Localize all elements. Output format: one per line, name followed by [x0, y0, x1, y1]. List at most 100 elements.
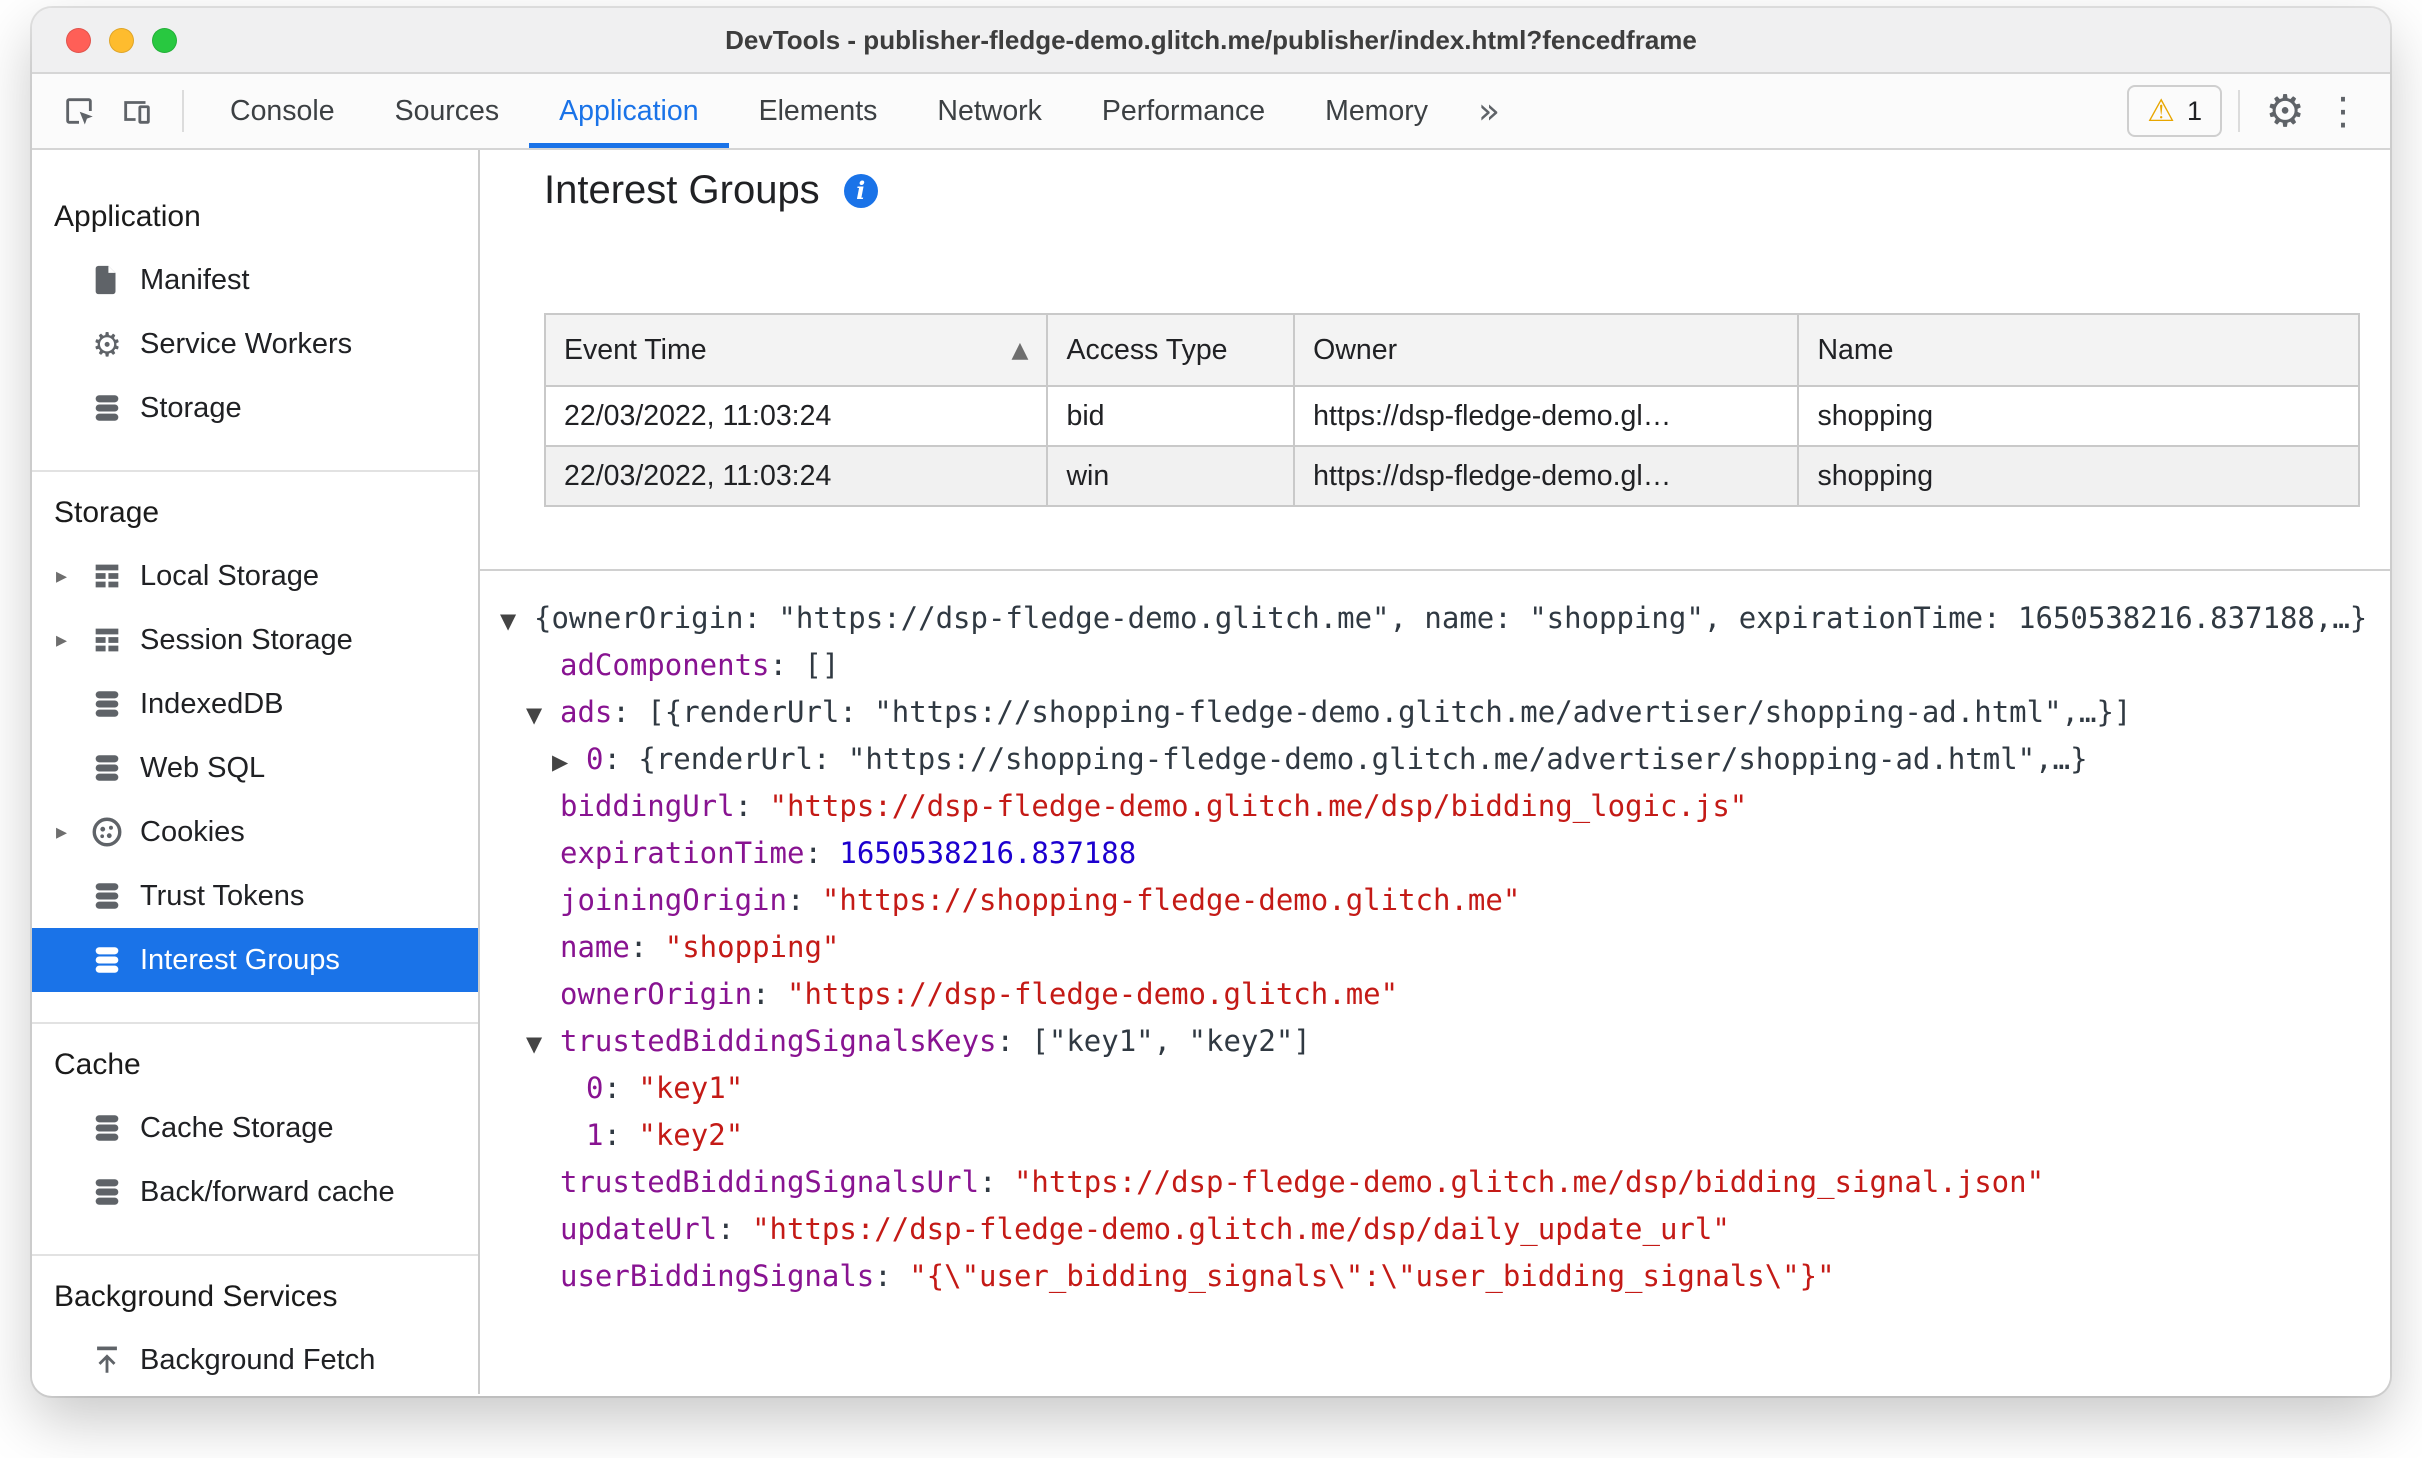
sidebar-item-label: Interest Groups: [140, 943, 340, 976]
collapse-arrow-icon[interactable]: [526, 1021, 560, 1068]
sidebar-item-background-fetch[interactable]: Background Fetch: [32, 1328, 478, 1392]
expand-arrow-icon[interactable]: [56, 564, 82, 589]
tree-line[interactable]: 1: "key2": [480, 1112, 2390, 1159]
sidebar-section-cache: Cache Cache Storage Back/forward cache: [32, 1024, 478, 1256]
property-name: trustedBiddingSignalsUrl: [560, 1165, 980, 1199]
column-header-event-time[interactable]: Event Time: [543, 313, 1049, 387]
warning-icon: [2147, 93, 2175, 129]
devtools-window: DevTools - publisher-fledge-demo.glitch.…: [32, 8, 2390, 1396]
sidebar-item-cookies[interactable]: Cookies: [32, 800, 478, 864]
info-icon[interactable]: [843, 173, 878, 208]
sidebar-item-label: Background Fetch: [140, 1343, 376, 1376]
tab-sources[interactable]: Sources: [365, 74, 530, 148]
tree-line[interactable]: trustedBiddingSignalsKeys: ["key1", "key…: [480, 1018, 2390, 1065]
tree-line[interactable]: {ownerOrigin: "https://dsp-fledge-demo.g…: [480, 595, 2390, 642]
sidebar-item-cache-storage[interactable]: Cache Storage: [32, 1096, 478, 1160]
overflow-menu-button[interactable]: [2314, 82, 2372, 140]
sidebar-item-indexeddb[interactable]: IndexedDB: [32, 672, 478, 736]
collapse-arrow-icon[interactable]: [500, 598, 534, 645]
sidebar-section-title: Cache: [54, 1048, 141, 1081]
table-row[interactable]: 22/03/2022, 11:03:24 bid https://dsp-fledg…: [543, 385, 2360, 447]
table-cell: 22/03/2022, 11:03:24: [543, 385, 1049, 447]
tree-line[interactable]: adComponents: []: [480, 642, 2390, 689]
preview-text: :: [979, 1165, 1014, 1199]
tab-application[interactable]: Application: [529, 74, 730, 148]
string-value: "https://dsp-fledge-demo.glitch.me": [786, 977, 1399, 1011]
preview-text: : ["key1", "key2"]: [996, 1024, 1311, 1058]
database-icon: [90, 1175, 124, 1209]
sidebar-item-label: Service Workers: [140, 327, 353, 360]
preview-text: :: [629, 930, 665, 964]
sidebar-item-web-sql[interactable]: Web SQL: [32, 736, 478, 800]
minimize-button[interactable]: [109, 27, 134, 53]
sidebar-item-manifest[interactable]: Manifest: [32, 248, 478, 312]
issues-warning-badge[interactable]: 1: [2127, 85, 2222, 137]
fetch-icon: [90, 1343, 124, 1377]
column-header-name[interactable]: Name: [1797, 313, 2360, 387]
tree-line[interactable]: 0: "key1": [480, 1065, 2390, 1112]
preview-text: : {renderUrl: "https://shopping-fledge-d…: [603, 742, 2088, 776]
tree-line[interactable]: ownerOrigin: "https://dsp-fledge-demo.gl…: [480, 971, 2390, 1018]
property-name: ownerOrigin: [560, 977, 753, 1011]
sidebar-item-label: Session Storage: [140, 623, 353, 656]
grid-body: 22/03/2022, 11:03:24 bid https://dsp-fledg…: [543, 385, 2360, 507]
tree-line[interactable]: userBiddingSignals: "{\"user_bidding_sig…: [480, 1253, 2390, 1300]
collapse-arrow-icon[interactable]: [526, 692, 560, 739]
property-name: updateUrl: [560, 1212, 718, 1246]
string-value: "https://dsp-fledge-demo.glitch.me/dsp/d…: [752, 1212, 1730, 1246]
sidebar-item-label: Cache Storage: [140, 1111, 334, 1144]
tree-line[interactable]: 0: {renderUrl: "https://shopping-fledge-…: [480, 736, 2390, 783]
tree-line[interactable]: name: "shopping": [480, 924, 2390, 971]
tree-line[interactable]: joiningOrigin: "https://shopping-fledge-…: [480, 877, 2390, 924]
inspect-cursor-icon: [62, 94, 96, 128]
devtools-body: Application Manifest ⚙ Service Workers Stora…: [32, 150, 2390, 1394]
device-toolbar-button[interactable]: [108, 82, 166, 140]
database-icon: [90, 879, 124, 913]
interest-groups-grid: Event TimeAccess TypeOwnerName 22/03/202…: [543, 313, 2360, 507]
tab-console[interactable]: Console: [200, 74, 365, 148]
zoom-button[interactable]: [152, 27, 177, 53]
sidebar-sections: Application Manifest ⚙ Service Workers Stora…: [32, 176, 478, 1394]
inspect-element-button[interactable]: [50, 82, 108, 140]
tree-line[interactable]: trustedBiddingSignalsUrl: "https://dsp-f…: [480, 1159, 2390, 1206]
sidebar-item-service-workers[interactable]: ⚙ Service Workers: [32, 312, 478, 376]
tab-performance[interactable]: Performance: [1072, 74, 1295, 148]
preview-text: :: [603, 1118, 639, 1152]
tab-network[interactable]: Network: [907, 74, 1072, 148]
tree-line[interactable]: updateUrl: "https://dsp-fledge-demo.glit…: [480, 1206, 2390, 1253]
preview-text: :: [874, 1259, 910, 1293]
devtools-toolbar: Console Sources Application Elements Network…: [32, 74, 2390, 150]
table-cell: https://dsp-fledge-demo.gl…: [1293, 385, 1800, 447]
sidebar-item-interest-groups[interactable]: Interest Groups: [32, 928, 478, 992]
sidebar-section-application: Application Manifest ⚙ Service Workers Stora…: [32, 176, 478, 472]
string-value: "https://dsp-fledge-demo.glitch.me/dsp/b…: [1013, 1165, 2045, 1199]
expand-arrow-icon[interactable]: [56, 628, 82, 653]
sidebar-item-session-storage[interactable]: Session Storage: [32, 608, 478, 672]
tab-memory[interactable]: Memory: [1295, 74, 1458, 148]
sidebar-item-trust-tokens[interactable]: Trust Tokens: [32, 864, 478, 928]
sidebar-item-back-forward-cache[interactable]: Back/forward cache: [32, 1160, 478, 1224]
sidebar-section-title: Background Services: [54, 1280, 338, 1313]
cookie-icon: [90, 815, 124, 849]
preview-text: : [{renderUrl: "https://shopping-fledge-…: [612, 695, 2132, 729]
tree-line[interactable]: expirationTime: 1650538216.837188: [480, 830, 2390, 877]
tab-elements[interactable]: Elements: [729, 74, 908, 148]
property-name: adComponents: [560, 648, 770, 682]
sidebar-item-label: Manifest: [140, 263, 250, 296]
more-panels-button[interactable]: [1458, 91, 1520, 132]
close-button[interactable]: [66, 27, 91, 53]
settings-gear-button[interactable]: [2256, 82, 2314, 140]
expand-arrow-icon[interactable]: [552, 739, 586, 786]
column-header-owner[interactable]: Owner: [1293, 313, 1800, 387]
table-cell: shopping: [1797, 385, 2360, 447]
tree-line[interactable]: ads: [{renderUrl: "https://shopping-fled…: [480, 689, 2390, 736]
page-title: Interest Groups: [544, 168, 820, 212]
tree-line[interactable]: biddingUrl: "https://dsp-fledge-demo.gli…: [480, 783, 2390, 830]
column-header-access-type[interactable]: Access Type: [1046, 313, 1296, 387]
table-row[interactable]: 22/03/2022, 11:03:24 win https://dsp-fledg…: [543, 445, 2360, 507]
preview-text: :: [717, 1212, 753, 1246]
sidebar-item-storage[interactable]: Storage: [32, 376, 478, 440]
sort-ascending-icon: [1012, 338, 1029, 363]
expand-arrow-icon[interactable]: [56, 820, 82, 845]
sidebar-item-local-storage[interactable]: Local Storage: [32, 544, 478, 608]
